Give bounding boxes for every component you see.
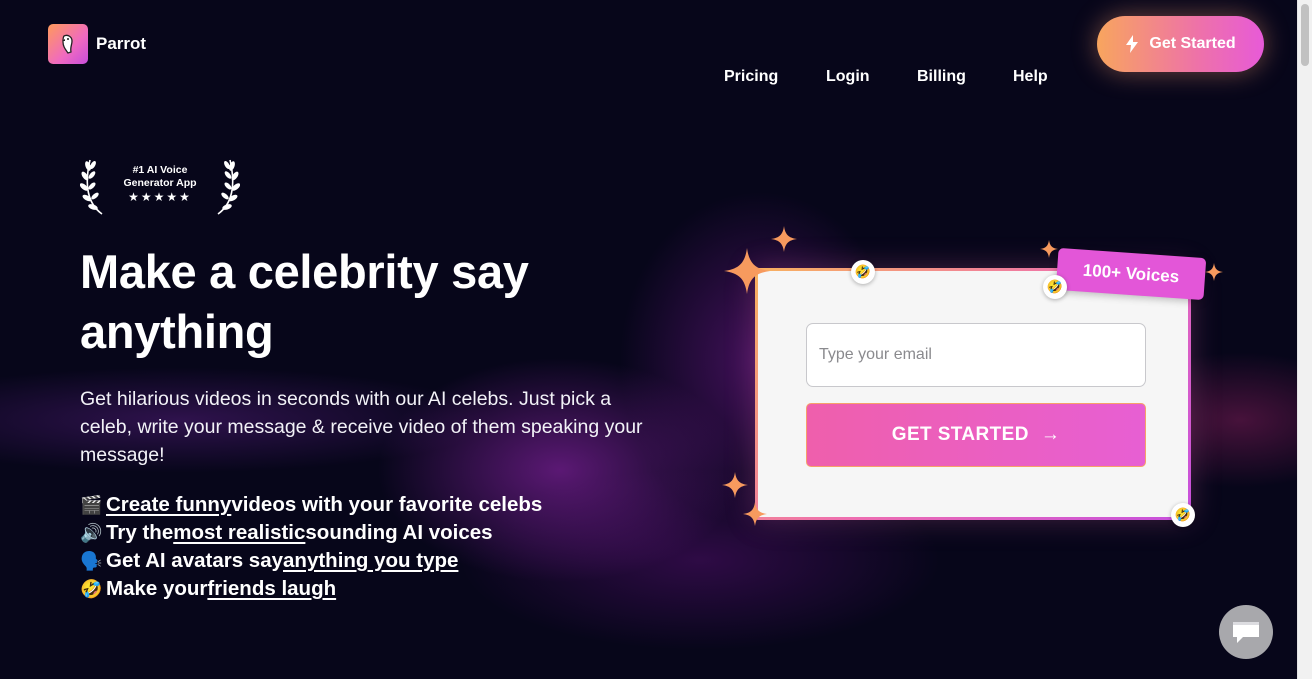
feature-link-most-realistic[interactable]: most realistic: [173, 519, 305, 547]
get-started-submit-button[interactable]: GET STARTED →: [806, 403, 1146, 467]
headline-line1: Make a celebrity say: [80, 245, 529, 298]
feature-link-friends-laugh[interactable]: friends laugh: [207, 575, 336, 603]
feature-link-anything-you-type[interactable]: anything you type: [283, 547, 458, 575]
nav-billing-link[interactable]: Billing: [917, 68, 966, 86]
award-text: #1 AI Voice Generator App ★★★★★: [110, 164, 210, 204]
award-stars: ★★★★★: [128, 190, 192, 204]
submit-label: GET STARTED: [891, 424, 1029, 445]
laughing-face-icon: 🤣: [1043, 275, 1067, 299]
chat-widget-button[interactable]: [1219, 605, 1273, 659]
speaker-icon: 🔊: [80, 523, 103, 543]
sparkle-icon: [771, 226, 797, 252]
feature-list: 🎬 Create funny videos with your favorite…: [80, 491, 680, 603]
get-started-button[interactable]: Get Started: [1097, 16, 1264, 72]
laurel-right-icon: [217, 159, 240, 215]
headline-line2: anything: [80, 305, 274, 358]
scrollbar-thumb[interactable]: [1301, 4, 1309, 66]
award-line2: Generator App: [123, 177, 197, 189]
signup-card-body: GET STARTED →: [755, 268, 1191, 520]
nav-login-link[interactable]: Login: [826, 68, 870, 86]
feature-item: 🔊 Try the most realistic sounding AI voi…: [80, 519, 680, 547]
feature-item: 🎬 Create funny videos with your favorite…: [80, 491, 680, 519]
brand-logo[interactable]: Parrot: [48, 24, 146, 64]
lightning-icon: [1126, 35, 1139, 53]
feature-item: 🗣️ Get AI avatars say anything you type: [80, 547, 680, 575]
laughing-face-icon: 🤣: [80, 579, 103, 599]
parrot-logo-icon: [48, 24, 88, 64]
feature-link-create-funny[interactable]: Create funny: [106, 491, 231, 519]
chat-bubble-icon: [1233, 622, 1259, 643]
sparkle-icon: [722, 472, 748, 498]
speaking-head-icon: 🗣️: [80, 551, 103, 571]
header: Parrot Pricing Login Billing Help Get St…: [0, 0, 1297, 88]
sparkle-icon: [1205, 263, 1223, 281]
clapper-icon: 🎬: [80, 495, 103, 515]
email-input[interactable]: [806, 323, 1146, 387]
nav-pricing-link[interactable]: Pricing: [724, 68, 778, 86]
award-badge: #1 AI Voice Generator App ★★★★★: [80, 156, 240, 216]
hero-subtext: Get hilarious videos in seconds with our…: [80, 388, 643, 466]
sparkle-icon: [743, 502, 767, 526]
feature-item: 🤣 Make your friends laugh: [80, 575, 680, 603]
laughing-face-icon: 🤣: [1171, 503, 1195, 527]
laurel-left-icon: [80, 159, 103, 215]
signup-card: GET STARTED →: [755, 268, 1191, 520]
brand-name: Parrot: [96, 34, 147, 53]
sparkle-icon: [1040, 240, 1058, 258]
award-line1: #1 AI Voice: [132, 164, 188, 176]
nav-help-link[interactable]: Help: [1013, 68, 1048, 86]
page-scrollbar[interactable]: [1297, 0, 1312, 679]
hero-headline: Make a celebrity say anything: [80, 242, 640, 362]
laughing-face-icon: 🤣: [851, 260, 875, 284]
get-started-label: Get Started: [1149, 35, 1236, 52]
sparkle-icon: [724, 248, 770, 294]
arrow-right-icon: →: [1040, 424, 1061, 445]
